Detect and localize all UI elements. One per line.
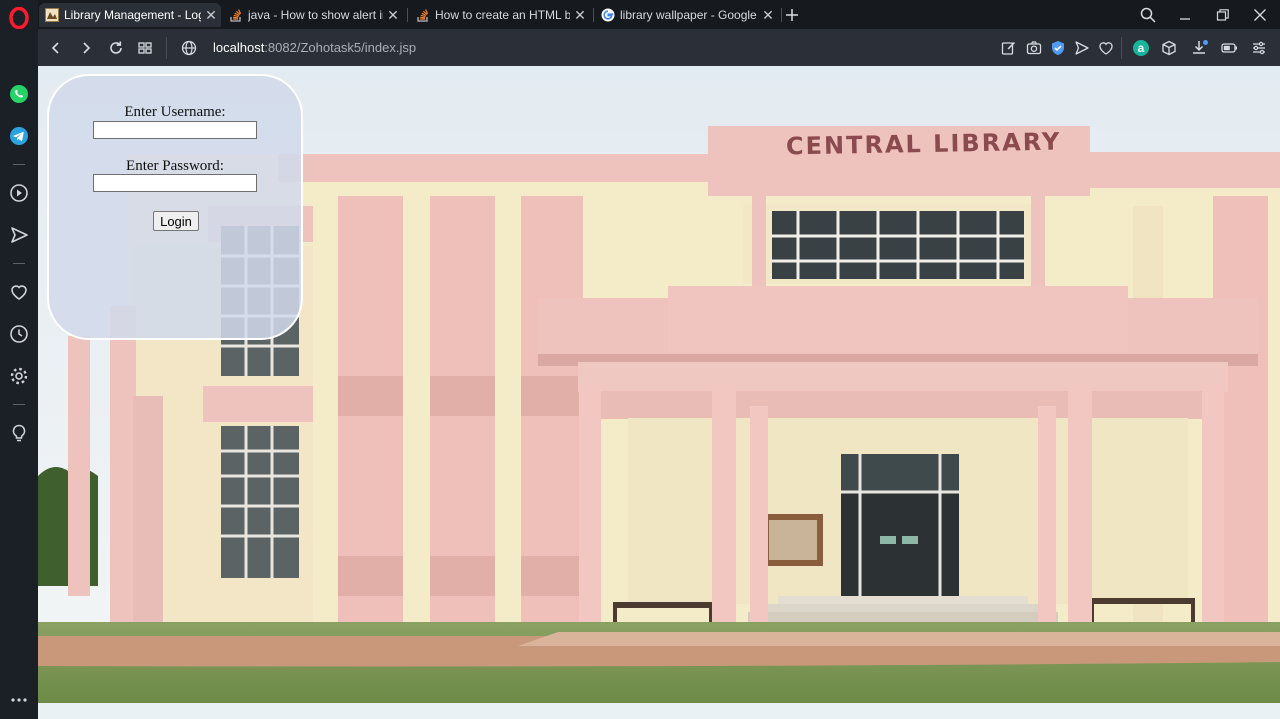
library-favicon-icon: [45, 8, 59, 22]
search-tabs-icon[interactable]: [1130, 0, 1166, 29]
toolbar-divider: [1121, 37, 1122, 59]
camera-icon[interactable]: [1022, 36, 1046, 60]
toolbar-divider: [166, 37, 167, 59]
tab-library-management[interactable]: Library Management - Login ✕: [39, 3, 221, 27]
tab-strip: Library Management - Login ✕ java - How …: [38, 0, 1280, 29]
opera-logo-icon[interactable]: [7, 6, 31, 30]
telegram-icon[interactable]: [7, 124, 31, 148]
username-input[interactable]: [93, 121, 257, 139]
google-icon: [601, 8, 615, 22]
globe-icon[interactable]: [177, 36, 201, 60]
battery-saver-icon[interactable]: [1218, 36, 1242, 60]
easy-setup-menu-icon[interactable]: [1247, 36, 1271, 60]
login-form: Enter Username: Enter Password: Login: [47, 74, 303, 340]
settings-icon[interactable]: [7, 364, 31, 388]
page-bottom-strip: [38, 703, 1280, 719]
downloads-icon[interactable]: [1188, 36, 1212, 60]
username-label: Enter Username:: [124, 104, 226, 120]
tab-close-icon[interactable]: ✕: [570, 7, 590, 24]
aria-icon[interactable]: a: [1129, 36, 1153, 60]
adblock-shield-icon[interactable]: [1046, 36, 1070, 60]
heart-icon[interactable]: [7, 280, 31, 304]
sidebar-divider: [13, 404, 25, 405]
tab-html-button[interactable]: How to create an HTML bu ✕: [410, 3, 590, 27]
reload-icon[interactable]: [104, 36, 128, 60]
forward-icon[interactable]: [74, 36, 98, 60]
history-icon[interactable]: [7, 322, 31, 346]
address-bar: localhost:8082/Zohotask5/index.jsp a: [38, 29, 1280, 66]
sidebar-divider: [13, 263, 25, 264]
url-field[interactable]: localhost:8082/Zohotask5/index.jsp: [213, 40, 416, 55]
whatsapp-icon[interactable]: [7, 82, 31, 106]
sidebar-divider: [13, 164, 25, 165]
minimize-icon[interactable]: [1167, 0, 1203, 29]
tab-separator: [407, 8, 408, 22]
new-tab-plus-icon[interactable]: [773, 0, 811, 29]
restore-icon[interactable]: [1205, 0, 1241, 29]
page-viewport: CENTRAL LIBRARY Enter Username: Enter Pa…: [38, 66, 1280, 719]
send-icon[interactable]: [7, 223, 31, 247]
tab-title: library wallpaper - Google: [620, 8, 757, 22]
player-icon[interactable]: [7, 181, 31, 205]
login-button[interactable]: Login: [153, 211, 199, 231]
extensions-cube-icon[interactable]: [1157, 36, 1181, 60]
stackoverflow-icon: [229, 8, 243, 22]
tab-grid-icon[interactable]: [133, 36, 157, 60]
password-label: Enter Password:: [126, 158, 224, 174]
tab-separator: [593, 8, 594, 22]
close-window-icon[interactable]: [1242, 0, 1278, 29]
edit-page-icon[interactable]: [997, 36, 1021, 60]
url-path: :8082/Zohotask5/index.jsp: [264, 40, 417, 55]
stackoverflow-icon: [416, 8, 430, 22]
svg-text:a: a: [1138, 41, 1145, 55]
bookmark-heart-icon[interactable]: [1094, 36, 1118, 60]
more-icon[interactable]: [7, 686, 31, 710]
tab-title: java - How to show alert in: [248, 8, 383, 22]
tab-java-alert[interactable]: java - How to show alert in ✕: [223, 3, 403, 27]
tab-title: How to create an HTML bu: [435, 8, 570, 22]
password-input[interactable]: [93, 174, 257, 192]
tab-title: Library Management - Login: [64, 8, 201, 22]
url-host: localhost: [213, 40, 265, 55]
building-sign: CENTRAL LIBRARY: [785, 127, 1062, 161]
tab-close-icon[interactable]: ✕: [201, 7, 221, 24]
share-send-icon[interactable]: [1070, 36, 1094, 60]
lightbulb-icon[interactable]: [7, 421, 31, 445]
tab-library-wallpaper[interactable]: library wallpaper - Google ✕: [595, 3, 778, 27]
back-icon[interactable]: [44, 36, 68, 60]
opera-sidebar: [0, 0, 38, 719]
tab-close-icon[interactable]: ✕: [383, 7, 403, 24]
